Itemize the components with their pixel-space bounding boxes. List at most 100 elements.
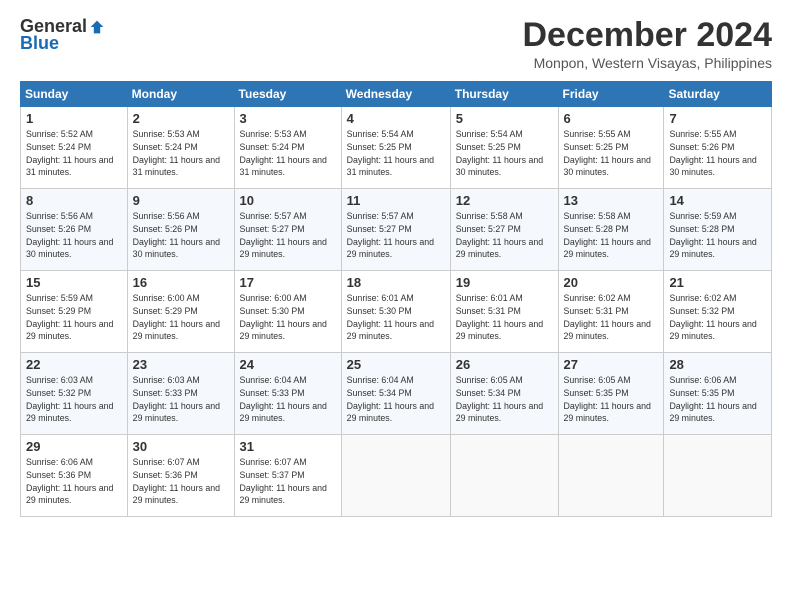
calendar-cell: 18 Sunrise: 6:01 AMSunset: 5:30 PMDaylig… <box>341 271 450 353</box>
calendar-cell: 30 Sunrise: 6:07 AMSunset: 5:36 PMDaylig… <box>127 435 234 517</box>
calendar-cell: 17 Sunrise: 6:00 AMSunset: 5:30 PMDaylig… <box>234 271 341 353</box>
day-number: 10 <box>240 193 336 208</box>
day-number: 19 <box>456 275 553 290</box>
day-number: 24 <box>240 357 336 372</box>
day-number: 7 <box>669 111 766 126</box>
day-number: 5 <box>456 111 553 126</box>
day-info: Sunrise: 6:06 AMSunset: 5:36 PMDaylight:… <box>26 457 113 505</box>
day-number: 14 <box>669 193 766 208</box>
day-number: 8 <box>26 193 122 208</box>
month-year: December 2024 <box>522 16 772 55</box>
day-number: 30 <box>133 439 229 454</box>
day-number: 26 <box>456 357 553 372</box>
day-number: 28 <box>669 357 766 372</box>
day-number: 25 <box>347 357 445 372</box>
weekday-header: Wednesday <box>341 82 450 107</box>
day-info: Sunrise: 6:07 AMSunset: 5:37 PMDaylight:… <box>240 457 327 505</box>
day-number: 17 <box>240 275 336 290</box>
day-number: 21 <box>669 275 766 290</box>
calendar-cell: 14 Sunrise: 5:59 AMSunset: 5:28 PMDaylig… <box>664 189 772 271</box>
day-number: 27 <box>564 357 659 372</box>
day-number: 20 <box>564 275 659 290</box>
calendar-cell: 19 Sunrise: 6:01 AMSunset: 5:31 PMDaylig… <box>450 271 558 353</box>
day-info: Sunrise: 6:03 AMSunset: 5:32 PMDaylight:… <box>26 375 113 423</box>
calendar-body: 1 Sunrise: 5:52 AMSunset: 5:24 PMDayligh… <box>21 107 772 517</box>
calendar-week-row: 22 Sunrise: 6:03 AMSunset: 5:32 PMDaylig… <box>21 353 772 435</box>
weekday-header: Thursday <box>450 82 558 107</box>
day-info: Sunrise: 6:07 AMSunset: 5:36 PMDaylight:… <box>133 457 220 505</box>
calendar-cell: 24 Sunrise: 6:04 AMSunset: 5:33 PMDaylig… <box>234 353 341 435</box>
calendar-cell: 13 Sunrise: 5:58 AMSunset: 5:28 PMDaylig… <box>558 189 664 271</box>
day-number: 15 <box>26 275 122 290</box>
weekday-header: Saturday <box>664 82 772 107</box>
calendar-cell: 29 Sunrise: 6:06 AMSunset: 5:36 PMDaylig… <box>21 435 128 517</box>
calendar-cell <box>558 435 664 517</box>
location: Monpon, Western Visayas, Philippines <box>522 55 772 71</box>
day-number: 6 <box>564 111 659 126</box>
calendar-week-row: 29 Sunrise: 6:06 AMSunset: 5:36 PMDaylig… <box>21 435 772 517</box>
day-info: Sunrise: 6:00 AMSunset: 5:29 PMDaylight:… <box>133 293 220 341</box>
day-info: Sunrise: 5:58 AMSunset: 5:27 PMDaylight:… <box>456 211 543 259</box>
day-number: 1 <box>26 111 122 126</box>
day-info: Sunrise: 6:04 AMSunset: 5:33 PMDaylight:… <box>240 375 327 423</box>
calendar-cell: 10 Sunrise: 5:57 AMSunset: 5:27 PMDaylig… <box>234 189 341 271</box>
day-number: 4 <box>347 111 445 126</box>
calendar-cell: 2 Sunrise: 5:53 AMSunset: 5:24 PMDayligh… <box>127 107 234 189</box>
calendar-cell: 6 Sunrise: 5:55 AMSunset: 5:25 PMDayligh… <box>558 107 664 189</box>
calendar-cell: 25 Sunrise: 6:04 AMSunset: 5:34 PMDaylig… <box>341 353 450 435</box>
logo: General Blue <box>20 16 105 54</box>
day-number: 2 <box>133 111 229 126</box>
calendar-cell: 11 Sunrise: 5:57 AMSunset: 5:27 PMDaylig… <box>341 189 450 271</box>
calendar-cell: 7 Sunrise: 5:55 AMSunset: 5:26 PMDayligh… <box>664 107 772 189</box>
day-number: 11 <box>347 193 445 208</box>
day-info: Sunrise: 6:06 AMSunset: 5:35 PMDaylight:… <box>669 375 756 423</box>
day-info: Sunrise: 5:57 AMSunset: 5:27 PMDaylight:… <box>347 211 434 259</box>
header: General Blue December 2024 Monpon, Weste… <box>20 16 772 71</box>
day-info: Sunrise: 5:56 AMSunset: 5:26 PMDaylight:… <box>133 211 220 259</box>
day-number: 12 <box>456 193 553 208</box>
day-number: 13 <box>564 193 659 208</box>
day-info: Sunrise: 5:59 AMSunset: 5:28 PMDaylight:… <box>669 211 756 259</box>
calendar-cell: 15 Sunrise: 5:59 AMSunset: 5:29 PMDaylig… <box>21 271 128 353</box>
calendar-cell: 31 Sunrise: 6:07 AMSunset: 5:37 PMDaylig… <box>234 435 341 517</box>
day-info: Sunrise: 5:55 AMSunset: 5:26 PMDaylight:… <box>669 129 756 177</box>
day-number: 29 <box>26 439 122 454</box>
calendar-header-row: SundayMondayTuesdayWednesdayThursdayFrid… <box>21 82 772 107</box>
calendar-cell <box>664 435 772 517</box>
calendar: SundayMondayTuesdayWednesdayThursdayFrid… <box>20 81 772 517</box>
day-number: 16 <box>133 275 229 290</box>
calendar-cell: 9 Sunrise: 5:56 AMSunset: 5:26 PMDayligh… <box>127 189 234 271</box>
day-info: Sunrise: 6:02 AMSunset: 5:32 PMDaylight:… <box>669 293 756 341</box>
day-info: Sunrise: 5:52 AMSunset: 5:24 PMDaylight:… <box>26 129 113 177</box>
day-number: 9 <box>133 193 229 208</box>
calendar-cell: 22 Sunrise: 6:03 AMSunset: 5:32 PMDaylig… <box>21 353 128 435</box>
calendar-cell: 16 Sunrise: 6:00 AMSunset: 5:29 PMDaylig… <box>127 271 234 353</box>
calendar-cell: 1 Sunrise: 5:52 AMSunset: 5:24 PMDayligh… <box>21 107 128 189</box>
day-number: 3 <box>240 111 336 126</box>
calendar-cell: 5 Sunrise: 5:54 AMSunset: 5:25 PMDayligh… <box>450 107 558 189</box>
calendar-cell: 23 Sunrise: 6:03 AMSunset: 5:33 PMDaylig… <box>127 353 234 435</box>
day-info: Sunrise: 5:53 AMSunset: 5:24 PMDaylight:… <box>240 129 327 177</box>
day-info: Sunrise: 5:56 AMSunset: 5:26 PMDaylight:… <box>26 211 113 259</box>
day-info: Sunrise: 6:00 AMSunset: 5:30 PMDaylight:… <box>240 293 327 341</box>
day-number: 23 <box>133 357 229 372</box>
day-info: Sunrise: 5:59 AMSunset: 5:29 PMDaylight:… <box>26 293 113 341</box>
calendar-cell: 26 Sunrise: 6:05 AMSunset: 5:34 PMDaylig… <box>450 353 558 435</box>
weekday-header: Tuesday <box>234 82 341 107</box>
weekday-header: Friday <box>558 82 664 107</box>
calendar-cell: 21 Sunrise: 6:02 AMSunset: 5:32 PMDaylig… <box>664 271 772 353</box>
day-number: 31 <box>240 439 336 454</box>
day-info: Sunrise: 5:58 AMSunset: 5:28 PMDaylight:… <box>564 211 651 259</box>
calendar-cell <box>341 435 450 517</box>
calendar-cell: 20 Sunrise: 6:02 AMSunset: 5:31 PMDaylig… <box>558 271 664 353</box>
day-info: Sunrise: 6:05 AMSunset: 5:34 PMDaylight:… <box>456 375 543 423</box>
day-info: Sunrise: 6:04 AMSunset: 5:34 PMDaylight:… <box>347 375 434 423</box>
calendar-cell: 4 Sunrise: 5:54 AMSunset: 5:25 PMDayligh… <box>341 107 450 189</box>
day-info: Sunrise: 6:03 AMSunset: 5:33 PMDaylight:… <box>133 375 220 423</box>
day-info: Sunrise: 5:53 AMSunset: 5:24 PMDaylight:… <box>133 129 220 177</box>
day-info: Sunrise: 5:54 AMSunset: 5:25 PMDaylight:… <box>456 129 543 177</box>
logo-blue: Blue <box>20 33 59 54</box>
calendar-cell: 27 Sunrise: 6:05 AMSunset: 5:35 PMDaylig… <box>558 353 664 435</box>
calendar-cell: 28 Sunrise: 6:06 AMSunset: 5:35 PMDaylig… <box>664 353 772 435</box>
calendar-cell: 3 Sunrise: 5:53 AMSunset: 5:24 PMDayligh… <box>234 107 341 189</box>
